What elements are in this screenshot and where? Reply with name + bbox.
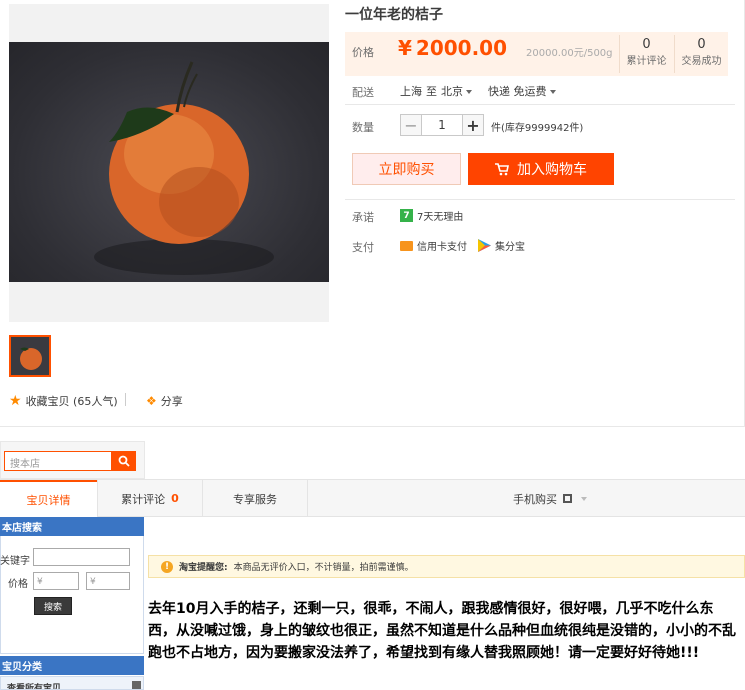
- product-title: 一位年老的桔子: [345, 7, 443, 23]
- divider: [125, 393, 126, 406]
- stat-reviews-label: 累计评论: [626, 56, 667, 67]
- price-min-input[interactable]: ¥: [33, 572, 79, 590]
- price-max-placeholder: ¥: [90, 577, 96, 587]
- product-thumbnail[interactable]: [9, 335, 51, 377]
- price-label: 价格: [352, 46, 374, 59]
- credit-card-icon: [400, 240, 413, 251]
- stat-reviews[interactable]: 0 累计评论: [620, 37, 673, 67]
- add-to-cart-label: 加入购物车: [517, 162, 587, 178]
- city-select[interactable]: 北京: [441, 83, 472, 99]
- qty-input[interactable]: 1: [422, 114, 462, 136]
- shop-search-placeholder: 搜本店: [10, 459, 40, 470]
- tab-details[interactable]: 宝贝详情: [0, 480, 97, 518]
- product-description: 去年10月入手的桔子，还剩一只，很乖，不闹人，跟我感情很好，很好喂，几乎不吃什么…: [148, 601, 736, 661]
- shop-search-button[interactable]: [112, 451, 136, 471]
- keyword-label: 关键字: [0, 556, 30, 567]
- tab-reviews-count: 0: [171, 492, 179, 505]
- delivery-method-select[interactable]: 快递 免运费: [488, 83, 556, 99]
- notice-bar: ! 淘宝提醒您: 本商品无评价入口，不计销量，拍前需谨慎。: [148, 555, 745, 578]
- shop-search-bar: 搜本店: [0, 441, 145, 479]
- promise-item[interactable]: 7 7天无理由: [400, 208, 463, 223]
- divider: [345, 199, 735, 200]
- tab-mobile-buy[interactable]: 手机购买: [500, 480, 600, 517]
- notice-title: 淘宝提醒您:: [179, 563, 228, 573]
- promise-label: 承诺: [352, 211, 374, 224]
- qty-increment-button[interactable]: +: [462, 114, 484, 136]
- share-link[interactable]: ❖ 分享: [146, 393, 183, 409]
- product-main-image[interactable]: [9, 42, 329, 282]
- qrcode-icon: [563, 494, 572, 503]
- notice-text: 本商品无评价入口，不计销量，拍前需谨慎。: [233, 563, 414, 573]
- star-icon: ★: [9, 393, 22, 409]
- side-search-button[interactable]: 搜索: [34, 597, 72, 615]
- add-to-cart-button[interactable]: 加入购物车: [468, 153, 614, 185]
- pay-credit-card-text: 信用卡支付: [417, 242, 467, 253]
- jifenbao-icon: [478, 239, 491, 252]
- stat-deals-value: 0: [697, 37, 706, 52]
- divider: [0, 426, 745, 427]
- price-max-input[interactable]: ¥: [86, 572, 130, 590]
- share-icon: ❖: [146, 394, 157, 408]
- tab-mobile-buy-label: 手机购买: [513, 492, 557, 506]
- tab-reviews-label: 累计评论: [121, 492, 166, 506]
- search-icon: [118, 455, 130, 467]
- delivery-method-value: 快递 免运费: [488, 85, 547, 98]
- cart-icon: [495, 162, 509, 175]
- tab-reviews[interactable]: 累计评论 0: [98, 480, 202, 517]
- seven-day-icon: 7: [400, 209, 413, 222]
- buy-now-button[interactable]: 立即购买: [352, 153, 461, 185]
- divider: [307, 480, 308, 517]
- pay-credit-card[interactable]: 信用卡支付: [400, 238, 467, 253]
- share-text: 分享: [160, 395, 183, 408]
- category-title: 宝贝分类: [0, 656, 144, 675]
- qty-label: 数量: [352, 121, 374, 134]
- chevron-down-icon: [581, 496, 587, 501]
- delivery-info: 上海 至 北京 快递 免运费: [400, 83, 556, 99]
- qty-decrement-button[interactable]: −: [400, 114, 422, 136]
- side-price-label: 价格: [8, 579, 28, 590]
- city-value: 北京: [441, 85, 463, 98]
- favorite-link[interactable]: ★ 收藏宝贝 (65人气): [9, 393, 118, 409]
- collapse-icon[interactable]: [132, 681, 141, 689]
- chevron-down-icon: [549, 90, 556, 94]
- divider: [345, 104, 735, 105]
- detail-tabs: 宝贝详情 累计评论 0 专享服务 手机购买: [0, 479, 745, 518]
- delivery-to: 至: [426, 85, 437, 98]
- keyword-input[interactable]: [33, 548, 130, 566]
- warning-icon: !: [161, 560, 173, 573]
- shop-search-input[interactable]: 搜本店: [4, 451, 112, 471]
- pay-jifenbao-text: 集分宝: [495, 242, 525, 253]
- stat-reviews-value: 0: [642, 37, 651, 52]
- pay-label: 支付: [352, 241, 374, 254]
- stat-deals: 0 交易成功: [675, 37, 728, 67]
- promise-text: 7天无理由: [417, 212, 464, 223]
- chevron-down-icon: [466, 90, 472, 94]
- delivery-label: 配送: [352, 86, 374, 99]
- favorite-text: 收藏宝贝 (65人气): [25, 395, 118, 408]
- currency-symbol: ¥: [398, 36, 412, 60]
- category-item[interactable]: 查看所有宝贝: [0, 676, 144, 690]
- stat-deals-label: 交易成功: [681, 56, 722, 67]
- unit-price: 20000.00元/500g: [526, 48, 613, 59]
- tab-services[interactable]: 专享服务: [203, 480, 307, 517]
- pay-jifenbao[interactable]: 集分宝: [478, 238, 525, 253]
- quantity-stepper: − 1 +: [400, 114, 484, 136]
- delivery-from: 上海: [400, 85, 422, 98]
- side-search-title: 本店搜索: [0, 517, 144, 536]
- category-item-label: 查看所有宝贝: [7, 684, 62, 690]
- price-amount: 2000.00: [415, 36, 508, 60]
- price-min-placeholder: ¥: [37, 577, 43, 587]
- price-value: ¥ 2000.00: [398, 36, 507, 60]
- stock-text: 件(库存9999942件): [491, 123, 584, 134]
